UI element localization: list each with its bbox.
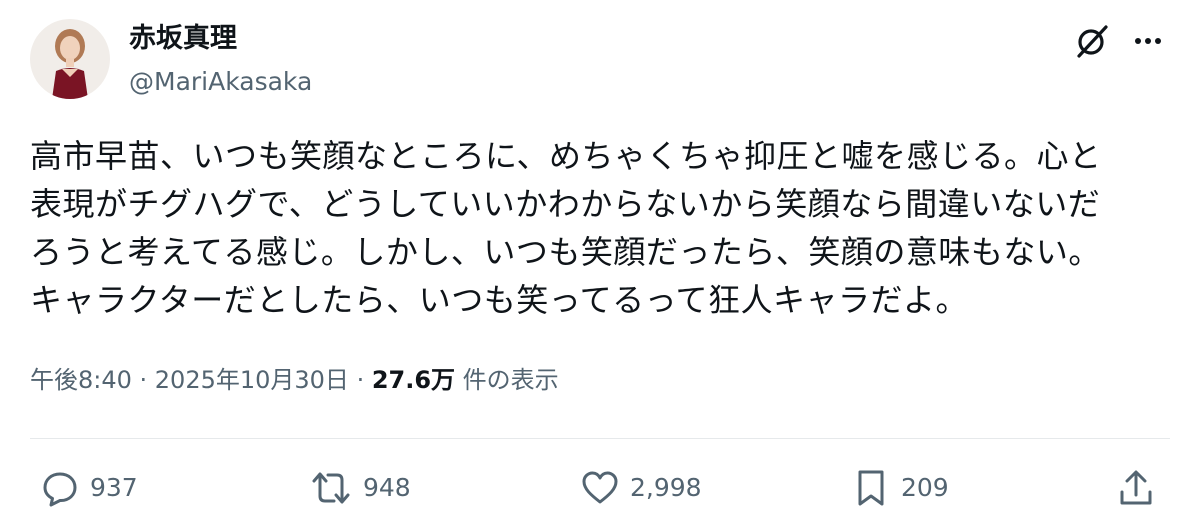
repost-button[interactable]: 948	[309, 468, 411, 508]
share-icon	[1120, 470, 1152, 505]
grok-icon[interactable]	[1073, 22, 1111, 60]
avatar-image	[30, 19, 110, 99]
share-button[interactable]	[1116, 468, 1156, 508]
author-handle[interactable]: @MariAkasaka	[129, 66, 312, 98]
heart-icon	[582, 471, 618, 504]
bookmark-button[interactable]: 209	[851, 468, 949, 508]
tweet-meta: 午後8:40 · 2025年10月30日 · 27.6万 件の表示	[30, 364, 559, 396]
tweet-text: 高市早苗、いつも笑顔なところに、めちゃくちゃ抑圧と嘘を感じる。心と 表現がチグハ…	[30, 137, 1102, 319]
views-label: 件の表示	[455, 366, 559, 394]
author-display-name[interactable]: 赤坂真理	[129, 22, 237, 56]
repost-icon	[312, 472, 350, 504]
bookmark-count: 209	[901, 473, 949, 502]
like-button[interactable]: 2,998	[580, 468, 702, 508]
reply-count: 937	[90, 473, 138, 502]
avatar[interactable]	[30, 19, 110, 99]
views-count: 27.6万	[371, 366, 456, 394]
divider	[30, 438, 1170, 439]
repost-count: 948	[363, 473, 411, 502]
timestamp[interactable]: 午後8:40 · 2025年10月30日 ·	[30, 366, 372, 394]
like-count: 2,998	[630, 473, 702, 502]
more-icon[interactable]	[1128, 24, 1168, 58]
reply-icon	[43, 472, 77, 507]
bookmark-icon	[858, 470, 884, 506]
reply-button[interactable]: 937	[40, 468, 138, 508]
